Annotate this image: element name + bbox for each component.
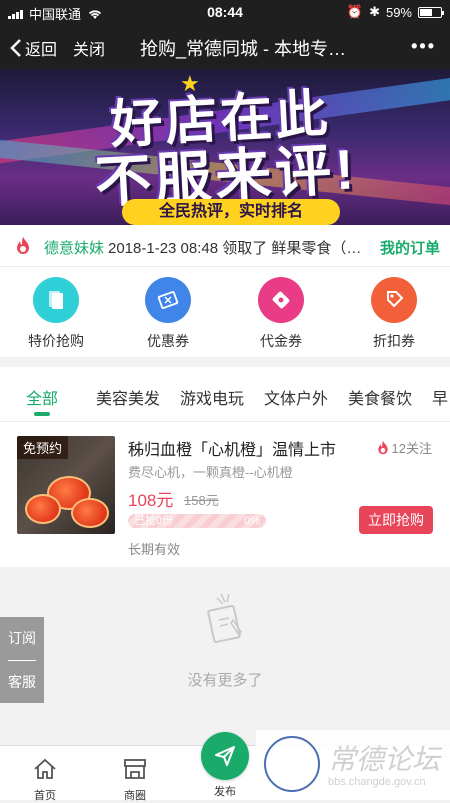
product-description: 费尽心机，一颗真橙--心机橙: [128, 465, 293, 480]
alarm-icon: ⏰: [346, 4, 364, 19]
sold-progress-bar: 已抢0份 0%: [128, 514, 266, 528]
active-tab-indicator: [34, 412, 50, 416]
bottom-tab-label: 首页: [34, 790, 56, 802]
ticker-user: 德意妹妹: [44, 240, 105, 257]
side-floating-menu: 订阅 客服: [0, 617, 44, 703]
promo-banner[interactable]: ★ 好店在此 不服来评! 全民热评，实时排名: [0, 69, 450, 225]
watermark-url: bbs.changde.gov.cn: [328, 776, 426, 788]
empty-state: 没有更多了: [0, 590, 450, 690]
home-icon: [34, 758, 56, 779]
coupon-icon: [145, 277, 191, 323]
send-icon: [215, 746, 235, 766]
progress-percent: 0%: [244, 515, 260, 527]
sold-count: 已抢0份: [134, 515, 174, 527]
battery-icon: [418, 6, 444, 18]
original-price: 158元: [184, 493, 219, 508]
product-price: 108元: [128, 491, 174, 510]
category-label: 代金券: [260, 333, 302, 349]
banner-slogan: 全民热评，实时排名: [122, 199, 340, 225]
category-label: 折扣券: [373, 333, 415, 349]
my-orders-link[interactable]: 我的订单: [380, 237, 440, 258]
publish-label: 发布: [214, 786, 236, 798]
back-label: 返回: [25, 42, 58, 59]
fire-icon: [17, 237, 29, 254]
discount-icon: [371, 277, 417, 323]
category-label: 优惠券: [147, 333, 189, 349]
tab-breakfast[interactable]: 早…: [432, 385, 450, 409]
tab-all[interactable]: 全部: [26, 385, 58, 409]
product-card[interactable]: 免预约 秭归血橙「心机橙」温情上市 12关注 费尽心机，一颗真橙--心机橙 10…: [0, 422, 450, 567]
subscribe-button[interactable]: 订阅: [0, 617, 44, 660]
status-bar: 中国联通 08:44 ⏰ ✱ 59%: [0, 0, 450, 24]
bottom-tab-label: 商圈: [124, 790, 146, 802]
category-voucher[interactable]: 代金券: [225, 277, 337, 351]
bottom-tab-home[interactable]: 首页: [15, 758, 75, 803]
no-reservation-badge: 免预约: [17, 436, 69, 459]
tab-games[interactable]: 游戏电玩: [180, 385, 244, 409]
fire-icon: [377, 440, 388, 454]
special-offer-icon: [33, 277, 79, 323]
category-special-offer[interactable]: 特价抢购: [0, 277, 112, 351]
follow-label: 12关注: [391, 441, 432, 456]
product-title: 秭归血橙「心机橙」温情上市: [128, 442, 337, 459]
tab-food[interactable]: 美食餐饮: [348, 385, 412, 409]
no-more-text: 没有更多了: [187, 672, 263, 689]
close-button[interactable]: 关闭: [73, 36, 105, 60]
battery-percent: 59%: [385, 4, 412, 20]
chevron-left-icon: [10, 39, 21, 57]
category-discount[interactable]: 折扣券: [338, 277, 450, 351]
empty-note-icon: [207, 593, 242, 643]
tab-sports[interactable]: 文体户外: [264, 385, 328, 409]
category-tabs: 全部 美容美发 游戏电玩 文体户外 美食餐饮 早…: [0, 367, 450, 422]
bluetooth-icon: ✱: [369, 4, 380, 19]
customer-service-button[interactable]: 客服: [0, 661, 44, 704]
validity-label: 长期有效: [128, 542, 181, 557]
nav-bar: 返回 关闭 抢购_常德同城 - 本地专… •••: [0, 24, 450, 69]
tab-beauty[interactable]: 美容美发: [96, 385, 160, 409]
category-coupon[interactable]: 优惠券: [112, 277, 224, 351]
store-icon: [124, 759, 146, 779]
category-label: 特价抢购: [28, 333, 84, 349]
page-title: 抢购_常德同城 - 本地专…: [140, 39, 347, 59]
back-button[interactable]: 返回: [10, 36, 57, 60]
watermark: 常德论坛 bbs.changde.gov.cn: [256, 730, 450, 800]
ticker-message: 2018-1-23 08:48 领取了 鲜果零食（…: [108, 240, 362, 257]
follow-count[interactable]: 12关注: [376, 438, 432, 457]
category-grid: 特价抢购 优惠券 代金券 折扣券: [0, 267, 450, 357]
buy-now-button[interactable]: 立即抢购: [359, 506, 433, 534]
voucher-icon: [258, 277, 304, 323]
watermark-seal: [264, 736, 320, 792]
watermark-name: 常德论坛: [328, 744, 441, 775]
product-image: 免预约: [17, 436, 115, 534]
more-menu-button[interactable]: •••: [411, 36, 436, 57]
publish-button[interactable]: [201, 732, 249, 780]
bottom-tab-store[interactable]: 商圈: [105, 758, 165, 803]
activity-ticker: 德意妹妹 2018-1-23 08:48 领取了 鲜果零食（… 我的订单: [0, 225, 450, 267]
